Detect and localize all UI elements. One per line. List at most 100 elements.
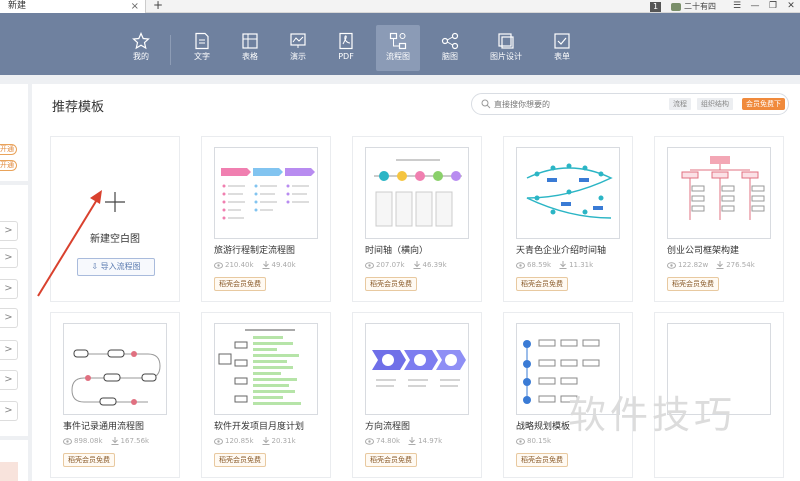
tool-presentation[interactable]: 演示	[276, 25, 320, 71]
tool-writer[interactable]: 文字	[180, 25, 224, 71]
download-count: 20.31k	[271, 437, 296, 445]
template-title: 旅游行程制定流程图	[214, 246, 296, 256]
view-count: 898.08k	[74, 437, 103, 445]
download-icon	[559, 261, 567, 269]
user-name[interactable]: 二十有四	[684, 1, 716, 12]
download-icon	[262, 261, 270, 269]
vip-free-badge: 稻壳会员免费	[214, 453, 266, 467]
expand-arrow-icon[interactable]: >	[0, 248, 18, 268]
expand-arrow-icon[interactable]: >	[0, 340, 18, 360]
menu-icon[interactable]: ☰	[728, 0, 746, 13]
template-card[interactable]: 天青色企业介绍时间轴 68.59k 11.31k 稻壳会员免费	[503, 136, 633, 302]
open-badge[interactable]: 开通	[0, 160, 17, 171]
title-bar: 新建 × + 1 二十有四 ☰ — ❐ ✕	[0, 0, 800, 13]
tool-label: 表单	[554, 52, 570, 61]
tab-close-icon[interactable]: ×	[131, 0, 139, 13]
pdf-icon	[339, 32, 353, 50]
vip-free-badge: 稻壳会员免费	[516, 277, 568, 291]
expand-arrow-icon[interactable]: >	[0, 370, 18, 390]
expand-arrow-icon[interactable]: >	[0, 401, 18, 421]
template-thumbnail	[214, 147, 318, 239]
download-icon	[111, 437, 119, 445]
template-title: 创业公司框架构建	[667, 246, 740, 256]
tool-form[interactable]: 表单	[540, 25, 584, 71]
download-count: 14.97k	[418, 437, 443, 445]
search-tag-org[interactable]: 组织结构	[697, 98, 733, 110]
eye-icon	[516, 261, 525, 269]
watermark: 软件技巧	[568, 393, 737, 437]
expand-arrow-icon[interactable]: >	[0, 279, 18, 299]
avatar[interactable]	[671, 2, 681, 11]
open-badge[interactable]: 开通	[0, 144, 17, 155]
view-count: 68.59k	[527, 261, 552, 269]
restore-icon[interactable]: ❐	[764, 0, 782, 13]
template-title: 天青色企业介绍时间轴	[516, 246, 607, 256]
table-icon	[242, 33, 258, 49]
template-card[interactable]: 软件开发项目月度计划 120.85k 20.31k 稻壳会员免费	[201, 312, 331, 478]
minimize-icon[interactable]: —	[746, 0, 764, 13]
download-icon	[262, 437, 270, 445]
search-tag-flow[interactable]: 流程	[669, 98, 691, 110]
search-icon	[481, 99, 491, 109]
main-content: 推荐模板 流程 组织结构 会员免费下 新建空白图 ⇩ 导入流程图 旅游行程制定流…	[32, 84, 800, 481]
tool-flowchart[interactable]: 流程图	[376, 25, 420, 71]
download-count: 167.56k	[120, 437, 150, 445]
template-card[interactable]: 方向流程图 74.80k 14.97k 稻壳会员免费	[352, 312, 482, 478]
flowchart-icon	[389, 32, 407, 50]
download-icon	[408, 437, 416, 445]
download-icon	[716, 261, 724, 269]
tool-label: 表格	[242, 52, 258, 61]
view-count: 80.15k	[527, 437, 552, 445]
tool-pdf[interactable]: PDF	[324, 25, 368, 71]
download-count: 11.31k	[569, 261, 594, 269]
count-badge[interactable]: 1	[650, 1, 661, 12]
template-card[interactable]: 创业公司框架构建 122.82w 276.54k 稻壳会员免费	[654, 136, 784, 302]
divider	[0, 436, 28, 440]
new-tab-button[interactable]: +	[153, 0, 163, 12]
tool-label: 我的	[133, 52, 149, 61]
annotation-arrow	[37, 190, 102, 297]
template-stats: 80.15k	[516, 437, 551, 445]
expand-arrow-icon[interactable]: >	[0, 221, 18, 241]
template-thumbnail	[516, 147, 620, 239]
template-title: 时间轴（横向）	[365, 246, 429, 256]
template-card[interactable]: 时间轴（横向） 207.07k 46.39k 稻壳会员免费	[352, 136, 482, 302]
vip-download-button[interactable]: 会员免费下	[742, 98, 785, 110]
search-input[interactable]	[494, 97, 664, 111]
app-toolbar: 我的 文字 表格 演示 PDF 流程图 脑图 图片设计 表单	[0, 13, 800, 75]
eye-icon	[667, 261, 676, 269]
tool-label: 图片设计	[490, 52, 522, 61]
tool-mine[interactable]: 我的	[119, 25, 163, 71]
download-count: 46.39k	[422, 261, 447, 269]
search-box[interactable]: 流程 组织结构 会员免费下	[471, 93, 789, 115]
eye-icon	[365, 437, 374, 445]
vip-free-badge: 稻壳会员免费	[667, 277, 719, 291]
tool-mindmap[interactable]: 脑图	[428, 25, 472, 71]
mindmap-icon	[441, 32, 459, 50]
download-count: 49.40k	[271, 261, 296, 269]
eye-icon	[214, 437, 223, 445]
template-thumbnail	[214, 323, 318, 415]
tool-label: 脑图	[442, 52, 458, 61]
vip-free-badge: 稻壳会员免费	[365, 277, 417, 291]
expand-arrow-icon[interactable]: >	[0, 308, 18, 328]
view-count: 122.82w	[678, 261, 709, 269]
template-title: 事件记录通用流程图	[63, 422, 145, 432]
eye-icon	[214, 261, 223, 269]
presentation-icon	[290, 33, 306, 48]
download-count: 276.54k	[726, 261, 755, 269]
template-card[interactable]: 旅游行程制定流程图 210.40k 49.40k 稻壳会员免费	[201, 136, 331, 302]
close-icon[interactable]: ✕	[782, 0, 800, 13]
template-stats: 74.80k 14.97k	[365, 437, 442, 445]
left-panel-footer	[0, 462, 18, 481]
left-panel: 开通 开通 > > > > > > >	[0, 84, 28, 481]
view-count: 210.40k	[225, 261, 254, 269]
tool-label: PDF	[338, 52, 354, 61]
template-stats: 898.08k 167.56k	[63, 437, 149, 445]
tab-new[interactable]: 新建 ×	[0, 0, 146, 13]
tool-spreadsheet[interactable]: 表格	[228, 25, 272, 71]
template-card[interactable]: 事件记录通用流程图 898.08k 167.56k 稻壳会员免费	[50, 312, 180, 478]
divider	[0, 181, 28, 185]
view-count: 207.07k	[376, 261, 405, 269]
tool-image-design[interactable]: 图片设计	[483, 25, 529, 71]
